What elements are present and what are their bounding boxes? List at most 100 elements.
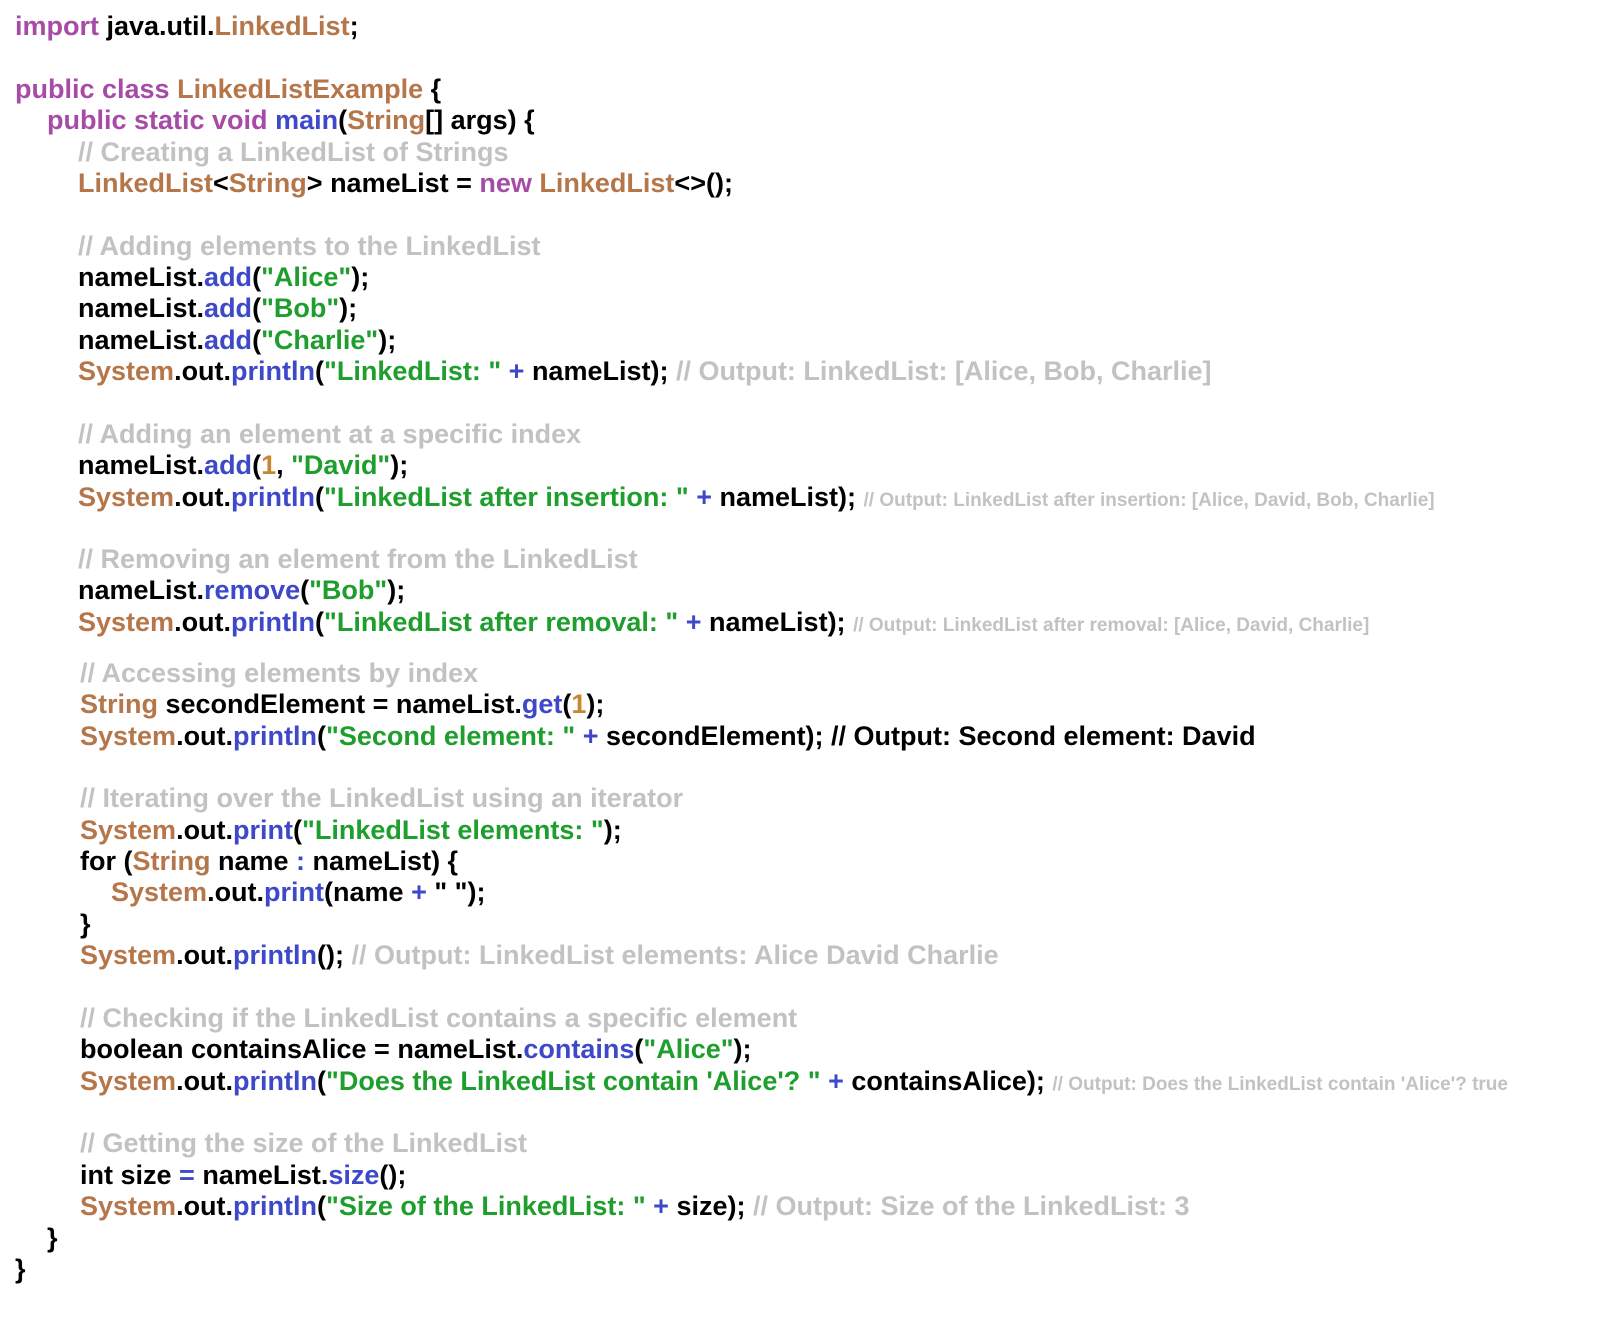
code-token-method: println <box>231 482 316 512</box>
code-token-plain: , <box>276 450 292 480</box>
code-token-plain: nameList. <box>78 262 205 292</box>
code-token-string: "David" <box>291 450 391 480</box>
code-token-plain: > nameList = <box>306 168 480 198</box>
code-token-plain: ( <box>317 721 327 751</box>
code-token-comment: // Adding an element at a specific index <box>78 419 582 449</box>
code-token-plain: nameList. <box>78 575 205 605</box>
code-line: // Adding an element at a specific index <box>78 418 581 450</box>
code-token-string: "Charlie" <box>261 325 379 355</box>
code-token-plain: ); <box>351 262 370 292</box>
code-line: public static void main(String[] args) { <box>47 104 535 136</box>
code-token-string: "LinkedList after removal: " <box>324 607 679 637</box>
code-token-comment: // Checking if the LinkedList contains a… <box>80 1003 798 1033</box>
code-token-method: println <box>231 607 316 637</box>
code-token-plain: } <box>47 1223 58 1253</box>
code-token-plain: ( <box>338 105 348 135</box>
code-token-operator: + <box>828 1066 844 1096</box>
code-token-method: add <box>204 293 253 323</box>
code-token-string: "Alice" <box>643 1034 734 1064</box>
code-token-method: print <box>264 877 325 907</box>
code-token-plain: java.util. <box>99 11 215 41</box>
code-token-comment: // Iterating over the LinkedList using a… <box>80 783 684 813</box>
code-token-plain: size); <box>668 1191 753 1221</box>
code-token-plain: ; <box>349 11 359 41</box>
code-line: System.out.println(); // Output: LinkedL… <box>80 939 999 971</box>
code-token-plain: secondElement); // Output: Second elemen… <box>598 721 1256 751</box>
code-token-operator: : <box>296 846 306 876</box>
code-token-comment: // Getting the size of the LinkedList <box>80 1128 528 1158</box>
code-line: } <box>47 1222 58 1254</box>
code-token-string: "LinkedList after insertion: " <box>324 482 689 512</box>
code-token-method: get <box>521 689 563 719</box>
code-line: // Adding elements to the LinkedList <box>78 230 541 262</box>
code-token-string: "Size of the LinkedList: " <box>326 1191 646 1221</box>
code-token-plain: secondElement = nameList. <box>158 689 522 719</box>
code-token-plain: .out. <box>174 607 232 637</box>
code-token-comment: // Removing an element from the LinkedLi… <box>78 544 638 574</box>
code-token-string: "LinkedList: " <box>324 356 502 386</box>
code-token-operator: + <box>582 721 599 751</box>
code-token-plain: ( <box>315 482 325 512</box>
code-token-plain: ); <box>390 450 409 480</box>
code-view: import java.util.LinkedList; public class… <box>0 0 1600 1326</box>
code-line: // Creating a LinkedList of Strings <box>78 136 509 168</box>
code-line: // Iterating over the LinkedList using a… <box>80 782 683 814</box>
code-token-plain: ( <box>317 1066 327 1096</box>
code-token-plain: nameList. <box>78 450 205 480</box>
code-token-type: String <box>132 846 211 876</box>
code-token-method: println <box>231 356 316 386</box>
code-token-plain: } <box>15 1254 26 1284</box>
code-line: System.out.println("Second element: " + … <box>80 720 1256 752</box>
code-token-plain: containsAlice); <box>843 1066 1053 1096</box>
code-token-number: 1 <box>571 689 587 719</box>
code-token-operator: + <box>685 607 702 637</box>
code-token-type: System <box>78 482 175 512</box>
code-token-comment: // Creating a LinkedList of Strings <box>78 137 509 167</box>
code-token-type: System <box>78 356 175 386</box>
code-token-plain: ); <box>733 1034 752 1064</box>
code-token-plain: (); <box>379 1160 407 1190</box>
code-token-operator: + <box>653 1191 669 1221</box>
code-line: int size = nameList.size(); <box>80 1159 406 1191</box>
code-line: nameList.add("Alice"); <box>78 261 369 293</box>
code-token-plain: ); <box>387 575 406 605</box>
code-token-type: String <box>80 689 158 719</box>
code-token-string: "LinkedList elements: " <box>302 815 604 845</box>
code-token-operator: + <box>411 877 427 907</box>
code-token-string: "Alice" <box>261 262 352 292</box>
code-token-comment-small: // Output: LinkedList after insertion: [… <box>863 490 1435 511</box>
code-token-plain: <>(); <box>674 168 733 198</box>
code-token-plain: boolean containsAlice = nameList. <box>80 1034 524 1064</box>
code-token-method: println <box>233 721 318 751</box>
code-token-plain: .out. <box>176 1191 234 1221</box>
code-token-plain: ( <box>252 293 262 323</box>
code-token-keyword: public static void <box>47 105 268 135</box>
code-token-comment: // Output: Size of the LinkedList: 3 <box>752 1191 1190 1221</box>
code-token-plain: .out. <box>176 815 234 845</box>
code-token-plain: nameList) { <box>305 846 459 876</box>
code-token-comment: // Output: LinkedList elements: Alice Da… <box>351 940 999 970</box>
code-token-plain: nameList. <box>194 1160 329 1190</box>
code-line: // Accessing elements by index <box>80 657 478 689</box>
code-token-method: add <box>204 325 253 355</box>
code-token-method: add <box>204 450 253 480</box>
code-line: for (String name : nameList) { <box>80 845 458 877</box>
code-line: nameList.add("Bob"); <box>78 292 357 324</box>
code-token-type: System <box>80 1191 177 1221</box>
code-token-plain: name <box>210 846 297 876</box>
code-token-keyword: new <box>479 168 532 198</box>
code-token-plain: [] args) { <box>425 105 535 135</box>
code-line: LinkedList<String> nameList = new Linked… <box>78 167 733 199</box>
code-line: System.out.println("Size of the LinkedLi… <box>80 1190 1189 1222</box>
code-token-comment: // Output: LinkedList: [Alice, Bob, Char… <box>675 356 1212 386</box>
code-token-type: System <box>80 1066 177 1096</box>
code-line: System.out.println("LinkedList after ins… <box>78 481 1435 513</box>
code-token-type: LinkedList <box>539 168 675 198</box>
code-token-operator: = <box>179 1160 195 1190</box>
code-line: nameList.add("Charlie"); <box>78 324 396 356</box>
code-token-plain: ( <box>252 262 262 292</box>
code-token-plain: nameList. <box>78 325 205 355</box>
